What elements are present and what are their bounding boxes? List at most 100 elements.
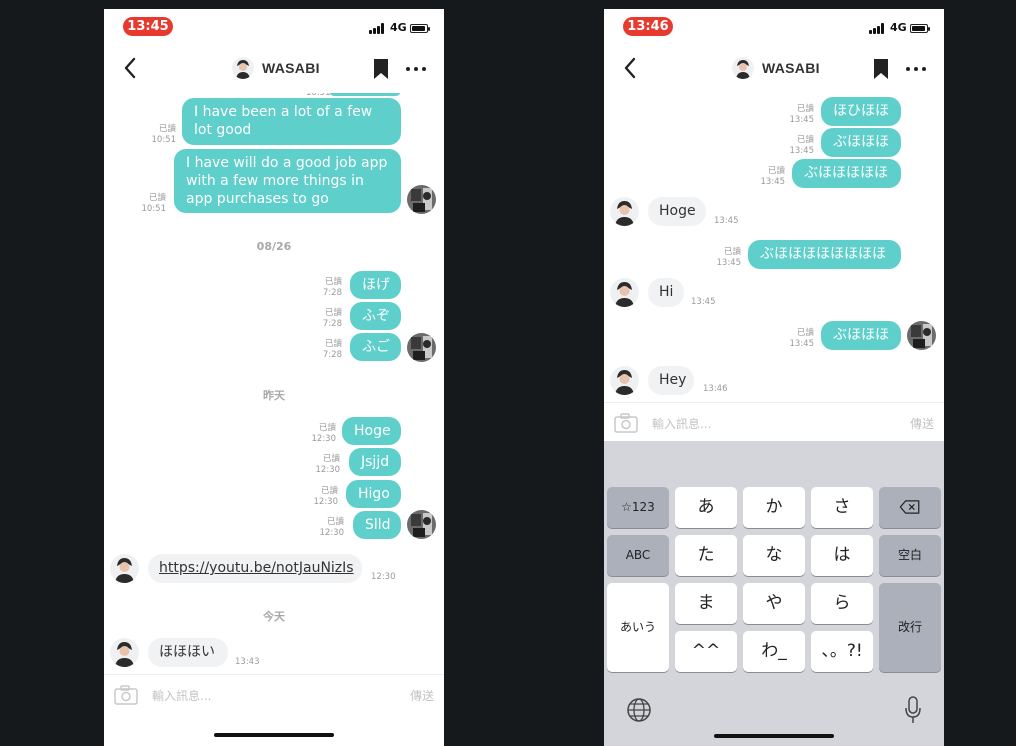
key-kana[interactable]: あいう — [607, 583, 669, 672]
contact-avatar[interactable] — [610, 366, 639, 395]
message-input-bar: 輸入訊息... 傳送 — [604, 402, 944, 443]
date-separator: 昨天 — [263, 389, 285, 402]
my-avatar[interactable] — [907, 321, 936, 350]
message-meta: 已讀 12:30 — [311, 423, 337, 444]
contact-avatar[interactable] — [110, 638, 139, 667]
contact-avatar[interactable] — [110, 554, 139, 583]
date-separator: 08/26 — [256, 240, 292, 253]
key-numbers[interactable]: ☆123 — [607, 487, 669, 528]
outgoing-message[interactable]: Higo — [346, 480, 401, 508]
bookmark-icon[interactable] — [872, 58, 890, 80]
incoming-message[interactable]: ほほほい — [148, 638, 228, 667]
message-input[interactable]: 輸入訊息... — [152, 687, 211, 704]
outgoing-message[interactable]: ぶほほほ — [821, 128, 901, 157]
message-input-bar: 輸入訊息... 傳送 — [104, 674, 444, 715]
message-time: 13:46 — [703, 384, 728, 394]
key-ma[interactable]: ま — [675, 583, 737, 624]
delete-icon — [899, 500, 920, 514]
chat-screen-right: 13:46 4G WASABI ほひほほ 已讀 13:45 ぶほほほ 已讀 13:4… — [604, 9, 944, 746]
key-space[interactable]: 空白 — [879, 535, 941, 576]
chat-title[interactable]: WASABI — [232, 55, 320, 81]
message-time: 13:45 — [714, 216, 739, 226]
contact-name: WASABI — [262, 60, 320, 76]
my-avatar[interactable] — [407, 333, 436, 362]
message-meta: 已讀 10:51 — [151, 124, 177, 145]
status-time: 13:45 — [123, 17, 173, 36]
outgoing-message[interactable]: ふご — [350, 333, 401, 361]
bookmark-icon[interactable] — [372, 58, 390, 80]
key-ka[interactable]: か — [743, 487, 805, 528]
mic-icon[interactable] — [904, 696, 922, 724]
message-meta: 已讀 7:28 — [322, 308, 342, 329]
outgoing-message[interactable]: ぶほほほほほ — [792, 159, 901, 188]
message-meta: 已讀 12:30 — [315, 454, 341, 475]
battery-icon — [910, 24, 930, 33]
key-ta[interactable]: た — [675, 535, 737, 576]
key-wa[interactable]: わ_ — [743, 631, 805, 672]
key-na[interactable]: な — [743, 535, 805, 576]
message-meta: 已讀 13:45 — [789, 328, 815, 349]
message-meta: 已讀 7:28 — [322, 339, 342, 360]
key-a[interactable]: あ — [675, 487, 737, 528]
globe-icon[interactable] — [626, 697, 652, 723]
outgoing-message[interactable]: Slld — [353, 511, 401, 539]
contact-avatar[interactable] — [610, 278, 639, 307]
message-meta: 已讀 13:45 — [760, 166, 786, 187]
back-arrow-icon[interactable] — [116, 53, 146, 83]
outgoing-message[interactable]: Hoge — [342, 417, 401, 445]
contact-avatar[interactable] — [610, 197, 639, 226]
send-button[interactable]: 傳送 — [410, 687, 434, 704]
key-sa[interactable]: さ — [811, 487, 873, 528]
chat-header: WASABI — [604, 45, 944, 93]
key-abc[interactable]: ABC — [607, 535, 669, 576]
outgoing-message[interactable]: ぶほほほほほほほほ — [748, 240, 901, 269]
incoming-message[interactable]: Hey — [648, 366, 694, 395]
incoming-message[interactable]: Hoge — [648, 197, 706, 226]
message-meta: 已讀 10:51 — [141, 193, 167, 214]
message-meta: 已讀 13:45 — [716, 247, 742, 268]
key-emoticon[interactable]: ^^ — [675, 631, 737, 672]
message-time: 13:43 — [235, 657, 260, 667]
outgoing-message[interactable]: I have will do a good job app with a few… — [174, 149, 401, 213]
camera-icon[interactable] — [114, 685, 138, 705]
send-button[interactable]: 傳送 — [910, 415, 934, 432]
status-time: 13:46 — [623, 17, 673, 36]
key-punctuation[interactable]: 、。?! — [811, 631, 873, 672]
message-meta: 已讀 12:30 — [319, 517, 345, 538]
home-indicator — [714, 734, 834, 738]
status-bar: 13:46 4G — [604, 9, 944, 45]
message-time: 13:45 — [691, 297, 716, 307]
message-time: 12:30 — [371, 572, 396, 582]
message-meta: 已讀 7:28 — [322, 277, 342, 298]
message-meta: 已讀 13:45 — [789, 135, 815, 156]
key-ha[interactable]: は — [811, 535, 873, 576]
camera-icon[interactable] — [614, 413, 638, 433]
outgoing-message[interactable]: ほひほほ — [821, 97, 901, 126]
key-ra[interactable]: ら — [811, 583, 873, 624]
date-separator: 今天 — [263, 610, 285, 623]
signal-icon — [369, 23, 385, 34]
key-ya[interactable]: や — [743, 583, 805, 624]
back-arrow-icon[interactable] — [616, 53, 646, 83]
outgoing-message[interactable]: ぶほほほ — [821, 321, 901, 350]
outgoing-message[interactable]: ほげ — [350, 271, 401, 299]
contact-avatar — [232, 57, 254, 79]
outgoing-message[interactable]: Jsjjd — [349, 448, 401, 476]
key-return[interactable]: 改行 — [879, 583, 941, 672]
japanese-keyboard: ☆123 あ か さ ABC た な は 空白 あいう ま や ら 改行 ^^ … — [604, 441, 944, 746]
chat-screen-left: 13:45 4G WASABI 10:51 I have been a lot … — [104, 9, 444, 746]
contact-name: WASABI — [762, 60, 820, 76]
status-bar: 13:45 4G — [104, 9, 444, 45]
chat-title[interactable]: WASABI — [732, 55, 820, 81]
message-input[interactable]: 輸入訊息... — [652, 415, 711, 432]
outgoing-message[interactable]: ふぞ — [350, 302, 401, 330]
outgoing-message[interactable]: I have been a lot of a few lot good — [182, 98, 401, 145]
key-delete[interactable] — [879, 487, 941, 528]
more-options-icon[interactable] — [906, 67, 926, 73]
message-meta: 已讀 13:45 — [789, 104, 815, 125]
incoming-link-message[interactable]: https://youtu.be/notJauNizIs — [148, 554, 362, 583]
more-options-icon[interactable] — [406, 67, 426, 73]
my-avatar[interactable] — [407, 185, 436, 214]
my-avatar[interactable] — [407, 510, 436, 539]
incoming-message[interactable]: Hi — [648, 278, 684, 307]
